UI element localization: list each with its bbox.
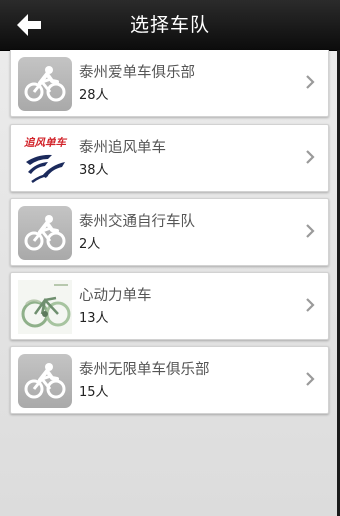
member-count: 2人: [79, 237, 101, 252]
member-count: 28人: [79, 88, 109, 103]
bicycle-photo: [18, 280, 72, 334]
team-item-aidanche[interactable]: 泰州爱单车俱乐部 28人: [10, 50, 329, 117]
page-title: 选择车队: [129, 14, 210, 36]
team-name: 泰州爱单车俱乐部: [79, 65, 195, 81]
chevron-right-icon: [306, 224, 315, 238]
member-count: 15人: [79, 385, 109, 400]
app-header: 选择车队: [0, 0, 340, 51]
team-item-zhuifeng[interactable]: 追风单车 泰州追风单车 38人: [10, 124, 329, 192]
member-count: 13人: [79, 311, 109, 326]
team-item-xindongli[interactable]: 心动力单车 13人: [10, 272, 329, 340]
zhuifeng-logo: 追风单车: [18, 132, 72, 186]
team-item-wuxian[interactable]: 泰州无限单车俱乐部 15人: [10, 346, 329, 414]
team-name: 泰州无限单车俱乐部: [79, 362, 210, 378]
cyclist-icon: [18, 354, 72, 408]
team-name: 泰州交通自行车队: [79, 214, 195, 230]
chevron-right-icon: [306, 150, 315, 164]
chevron-right-icon: [306, 298, 315, 312]
cyclist-icon: [18, 206, 72, 260]
team-name: 泰州追风单车: [79, 140, 166, 156]
svg-text:追风单车: 追风单车: [24, 136, 67, 149]
cyclist-icon: [18, 57, 72, 111]
team-item-jiaotong[interactable]: 泰州交通自行车队 2人: [10, 198, 329, 266]
member-count: 38人: [79, 163, 109, 178]
team-name: 心动力单车: [79, 288, 152, 304]
chevron-right-icon: [306, 75, 315, 89]
chevron-right-icon: [306, 372, 315, 386]
